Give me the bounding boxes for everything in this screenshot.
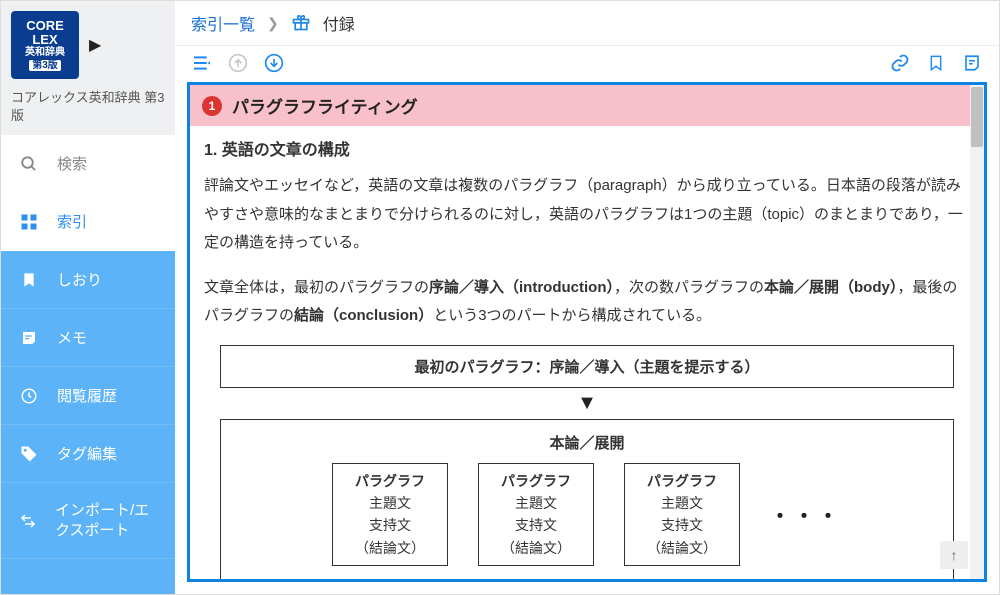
nav-tag[interactable]: タグ編集 <box>1 425 175 483</box>
nav-search[interactable]: 検索 <box>1 135 175 193</box>
main: 索引一覧 ❯ 付録 1 パラグラフライティング 1. 英語の文章の構成 <box>175 1 999 594</box>
nav-memo[interactable]: メモ <box>1 309 175 367</box>
scroll-top-button[interactable]: ↑ <box>940 541 968 569</box>
bookmark-icon <box>19 270 39 290</box>
toolbar <box>175 46 999 82</box>
diagram-intro-box: 最初のパラグラフ：序論／導入（主題を提示する） <box>220 345 954 388</box>
nav-bookmark[interactable]: しおり <box>1 251 175 309</box>
breadcrumb-root[interactable]: 索引一覧 <box>191 11 255 35</box>
search-icon <box>19 154 39 174</box>
scrollbar[interactable] <box>970 85 984 579</box>
logo-area: CORE LEX 英和辞典 第3版 ▶ <box>1 1 175 89</box>
link-icon[interactable] <box>889 52 911 74</box>
ellipsis: ・・・ <box>770 500 842 529</box>
breadcrumb-current: 付録 <box>323 11 355 35</box>
structure-diagram: 最初のパラグラフ：序論／導入（主題を提示する） ▼ 本論／展開 パラグラフ 主題… <box>190 337 984 583</box>
paragraph-1: 評論文やエッセイなど，英語の文章は複数のパラグラフ（paragraph）から成り… <box>190 162 984 264</box>
bookmark-outline-icon[interactable] <box>925 52 947 74</box>
memo-icon[interactable] <box>961 52 983 74</box>
arrow-down-icon: ▼ <box>220 388 954 419</box>
sidebar: CORE LEX 英和辞典 第3版 ▶ コアレックス英和辞典 第3版 検索 索引… <box>1 1 175 594</box>
scrollbar-thumb[interactable] <box>971 87 983 147</box>
section-title: パラグラフライティング <box>232 93 418 118</box>
content-panel: 1 パラグラフライティング 1. 英語の文章の構成 評論文やエッセイなど，英語の… <box>187 82 987 582</box>
breadcrumb: 索引一覧 ❯ 付録 <box>175 1 999 46</box>
arrow-down-circle-icon[interactable] <box>263 52 285 74</box>
diagram-paragraph-box: パラグラフ 主題文支持文（結論文） <box>332 463 448 567</box>
diagram-paragraph-box: パラグラフ 主題文支持文（結論文） <box>478 463 594 567</box>
paragraph-2: 文章全体は，最初のパラグラフの序論／導入（introduction），次の数パラ… <box>190 264 984 337</box>
diagram-paragraph-box: パラグラフ 主題文支持文（結論文） <box>624 463 740 567</box>
import-icon <box>19 511 37 531</box>
tag-icon <box>19 444 39 464</box>
play-icon[interactable]: ▶ <box>89 35 101 55</box>
subheading: 1. 英語の文章の構成 <box>190 126 984 162</box>
toc-icon[interactable] <box>191 52 213 74</box>
note-icon <box>19 328 39 348</box>
chevron-right-icon: ❯ <box>267 15 279 32</box>
diagram-body-box: 本論／展開 パラグラフ 主題文支持文（結論文） パラグラフ 主題文支持文（結論文… <box>220 419 954 583</box>
history-icon <box>19 386 39 406</box>
section-number: 1 <box>202 96 222 116</box>
grid-icon <box>19 212 39 232</box>
arrow-up-circle-icon[interactable] <box>227 52 249 74</box>
nav: 検索 索引 しおり メモ 閲覧履歴 タグ編集 <box>1 135 175 594</box>
nav-history[interactable]: 閲覧履歴 <box>1 367 175 425</box>
dictionary-name: コアレックス英和辞典 第3版 <box>1 89 175 135</box>
gift-icon <box>291 12 311 35</box>
dictionary-logo: CORE LEX 英和辞典 第3版 <box>11 11 79 79</box>
nav-index[interactable]: 索引 <box>1 193 175 251</box>
nav-import-export[interactable]: インポート/エクスポート <box>1 483 175 559</box>
section-header: 1 パラグラフライティング <box>190 85 984 126</box>
